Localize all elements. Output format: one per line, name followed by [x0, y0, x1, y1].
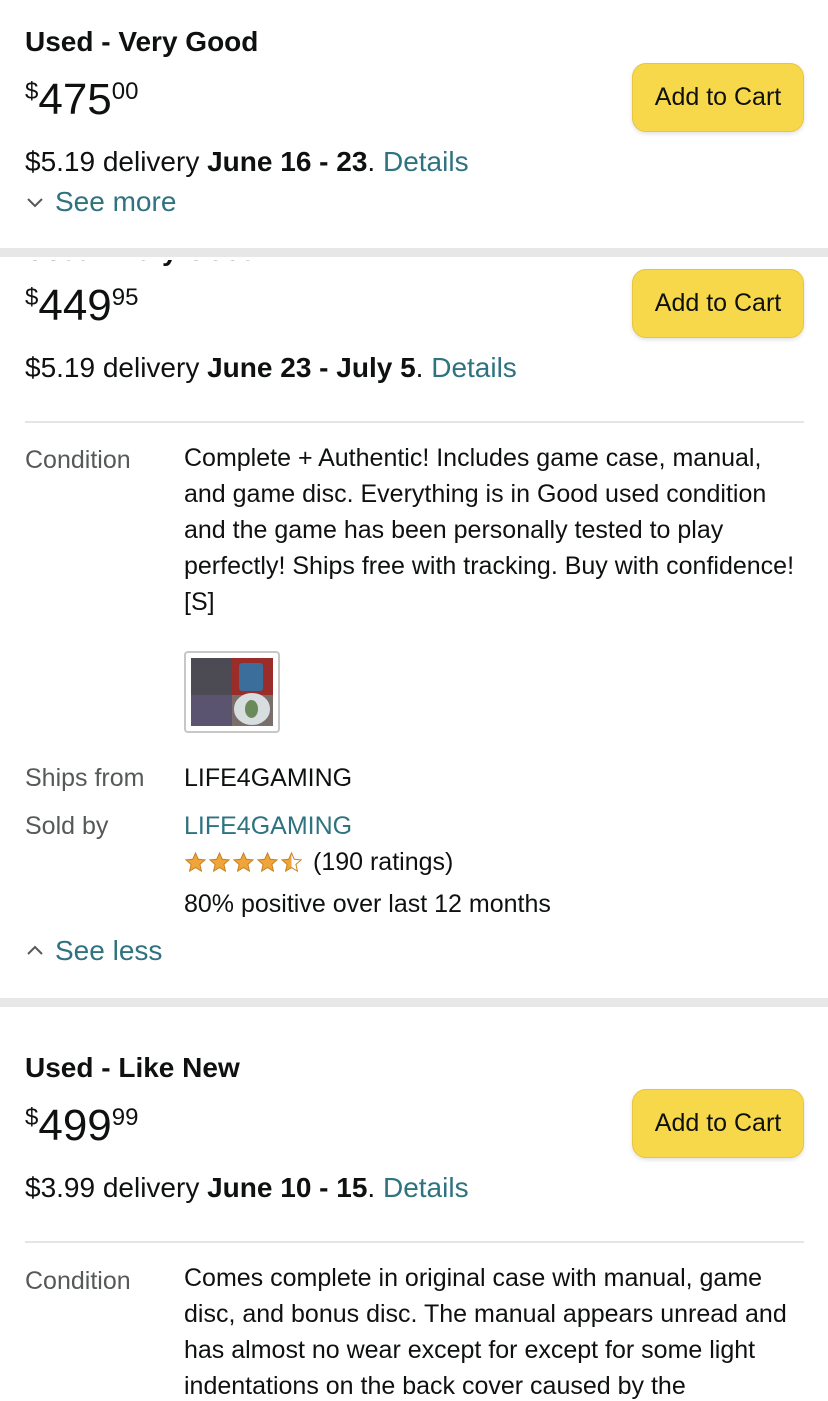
offer-card: Used - Very Good $44995 Add to Cart $5.1… [0, 257, 828, 999]
price-fraction: 00 [111, 78, 139, 105]
scroll-mask [0, 257, 828, 260]
offer-price: $49999 [25, 1104, 138, 1148]
details-link[interactable]: Details [431, 352, 517, 383]
details-link[interactable]: Details [383, 146, 469, 177]
condition-description: Comes complete in original case with man… [184, 1264, 787, 1400]
see-more-label: See more [55, 186, 177, 217]
details-link[interactable]: Details [383, 1172, 469, 1203]
chevron-up-icon [27, 945, 43, 955]
delivery-separator: . [367, 1172, 383, 1203]
offer-price: $47500 [25, 78, 138, 122]
offer-price: $44995 [25, 284, 138, 328]
price-fraction: 95 [111, 284, 139, 311]
offer-card: Used - Very Good $47500 Add to Cart $5.1… [0, 0, 828, 250]
delivery-dates: June 23 - July 5 [207, 352, 416, 383]
price-whole: 475 [38, 75, 112, 124]
add-to-cart-button[interactable]: Add to Cart [632, 1089, 804, 1158]
product-thumbnail[interactable] [184, 651, 280, 733]
delivery-dates: June 10 - 15 [207, 1172, 368, 1203]
sold-by-label: Sold by [25, 812, 109, 840]
price-currency: $ [25, 284, 39, 311]
price-whole: 499 [38, 1101, 112, 1150]
delivery-info: $5.19 delivery June 16 - 23. Details [25, 146, 469, 178]
offer-condition-title: Used - Like New [25, 1052, 240, 1083]
section-divider [0, 998, 828, 1007]
price-currency: $ [25, 1104, 39, 1131]
ships-from-label: Ships from [25, 764, 145, 792]
section-separator [25, 421, 804, 423]
condition-label: Condition [25, 446, 131, 474]
add-to-cart-button[interactable]: Add to Cart [632, 63, 804, 132]
price-currency: $ [25, 78, 39, 105]
section-divider [0, 248, 828, 257]
ratings-count: (190 ratings) [313, 848, 454, 876]
delivery-cost: $5.19 delivery [25, 146, 208, 177]
star-half-icon [280, 851, 303, 873]
seller-link[interactable]: LIFE4GAMING [184, 808, 352, 844]
seller-rating[interactable]: (190 ratings) [184, 848, 453, 877]
offer-card: Used - Like New $49999 Add to Cart $3.99… [0, 1007, 828, 1401]
product-image [191, 658, 273, 726]
condition-label: Condition [25, 1267, 131, 1295]
delivery-cost: $3.99 delivery [25, 1172, 208, 1203]
condition-description: Complete + Authentic! Includes game case… [184, 444, 795, 616]
delivery-info: $3.99 delivery June 10 - 15. Details [25, 1172, 469, 1204]
star-full-icon [256, 851, 279, 873]
star-full-icon [184, 851, 207, 873]
ships-from-value: LIFE4GAMING [184, 764, 353, 792]
see-less-toggle[interactable]: See less [25, 935, 162, 967]
delivery-separator: . [415, 352, 432, 383]
chevron-down-icon [27, 198, 43, 208]
price-fraction: 99 [111, 1104, 139, 1131]
price-whole: 449 [38, 281, 112, 330]
add-to-cart-button[interactable]: Add to Cart [632, 269, 804, 338]
star-full-icon [208, 851, 231, 873]
delivery-separator: . [367, 146, 383, 177]
see-more-toggle[interactable]: See more [25, 186, 176, 218]
delivery-cost: $5.19 delivery [25, 352, 208, 383]
see-less-label: See less [55, 935, 163, 966]
section-separator [25, 1241, 804, 1243]
seller-positive-feedback: 80% positive over last 12 months [184, 890, 551, 918]
star-full-icon [232, 851, 255, 873]
delivery-dates: June 16 - 23 [207, 146, 368, 177]
delivery-info: $5.19 delivery June 23 - July 5. Details [25, 352, 517, 384]
offer-condition-title: Used - Very Good [25, 26, 259, 57]
